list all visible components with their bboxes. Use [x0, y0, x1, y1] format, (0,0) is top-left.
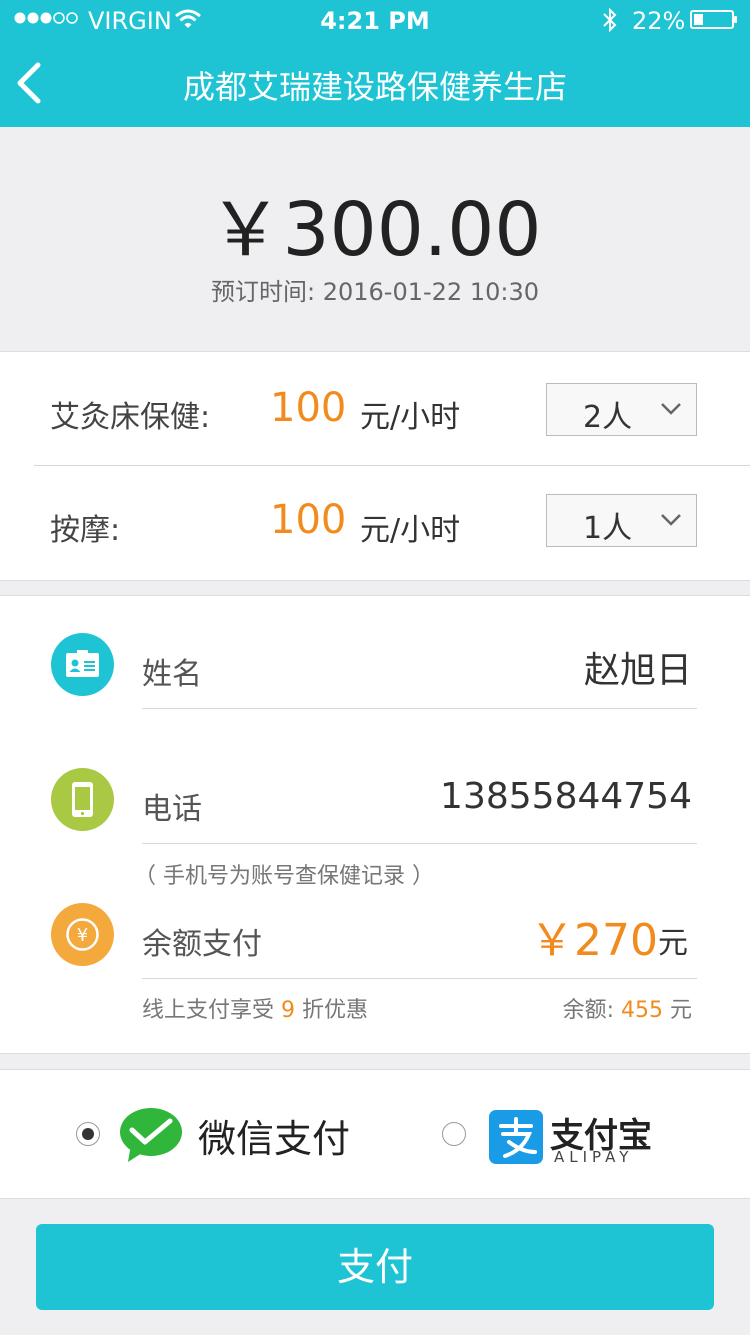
chevron-down-icon: [661, 403, 681, 415]
divider: [142, 978, 697, 979]
discount-value: 9: [281, 998, 296, 1023]
service-unit: 元/小时: [360, 400, 461, 435]
total-amount: ￥300.00: [208, 187, 542, 273]
wechat-pay-label: 微信支付: [198, 1117, 351, 1161]
battery-percentage: 22%: [632, 7, 686, 35]
service-price: 100: [270, 497, 347, 543]
phone-value[interactable]: 13855844754: [440, 776, 692, 817]
balance-label: 余额:: [562, 998, 614, 1023]
service-price: 100: [270, 385, 347, 431]
bluetooth-icon: [603, 7, 617, 33]
discount-note: 线上支付享受 9 折优惠: [142, 992, 368, 1024]
status-bar: VIRGIN 4:21 PM 22%: [0, 0, 750, 40]
balance-pay-label: 余额支付: [142, 927, 262, 962]
phone-label: 电话: [142, 792, 202, 827]
page-title: 成都艾瑞建设路保健养生店: [182, 68, 567, 106]
select-value: 1人: [583, 511, 633, 546]
contact-card: 姓名 赵旭日 电话 13855844754 （ 手机号为账号查保健记录 ） ¥ …: [0, 595, 750, 1054]
divider: [142, 708, 697, 709]
divider: [142, 843, 697, 844]
balance-value: 455: [620, 998, 663, 1023]
payment-methods-card: 微信支付 支付宝 ALIPAY: [0, 1069, 750, 1199]
balance-note: 余额: 455 元: [563, 992, 692, 1024]
balance-pay-unit: 元: [658, 926, 688, 961]
name-value[interactable]: 赵旭日: [584, 641, 692, 693]
divider: [34, 465, 750, 466]
services-card: 艾灸床保健: 100 元/小时 2人 按摩: 100 元/小时 1人: [0, 351, 750, 581]
alipay-radio[interactable]: [442, 1122, 466, 1146]
balance-unit: 元: [669, 998, 692, 1023]
discount-suffix: 折优惠: [302, 998, 369, 1023]
booking-time-value: 2016-01-22 10:30: [322, 278, 539, 306]
chevron-down-icon: [661, 514, 681, 526]
alipay-logo-icon: [489, 1110, 543, 1164]
booking-time-label: 预订时间:: [210, 278, 316, 306]
wechat-pay-radio[interactable]: [76, 1122, 100, 1146]
name-label: 姓名: [142, 657, 202, 692]
service-count-select[interactable]: 1人: [546, 494, 697, 547]
service-name: 按摩:: [50, 513, 121, 548]
balance-pay-amount: ￥270: [530, 915, 658, 966]
phone-icon: [51, 768, 114, 831]
wechat-logo-icon: [120, 1108, 182, 1162]
alipay-sub-label: ALIPAY: [554, 1148, 634, 1166]
svg-text:¥: ¥: [77, 925, 88, 946]
phone-hint: （ 手机号为账号查保健记录 ）: [134, 864, 434, 889]
service-unit: 元/小时: [360, 513, 461, 548]
name-card-icon: [51, 633, 114, 696]
app-header: VIRGIN 4:21 PM 22% 成都艾瑞建设路保健养生店: [0, 0, 750, 127]
battery-icon: [690, 10, 737, 29]
service-name: 艾灸床保健:: [50, 400, 211, 435]
service-count-select[interactable]: 2人: [546, 383, 697, 436]
select-value: 2人: [583, 400, 633, 435]
yen-coin-icon: ¥: [51, 903, 114, 966]
discount-prefix: 线上支付享受: [142, 998, 275, 1023]
alipay-option[interactable]: 支付宝 ALIPAY: [430, 1090, 660, 1178]
pay-button[interactable]: 支付: [36, 1224, 714, 1310]
wechat-pay-option[interactable]: 微信支付: [60, 1090, 370, 1178]
booking-time: 预订时间: 2016-01-22 10:30: [0, 272, 750, 307]
